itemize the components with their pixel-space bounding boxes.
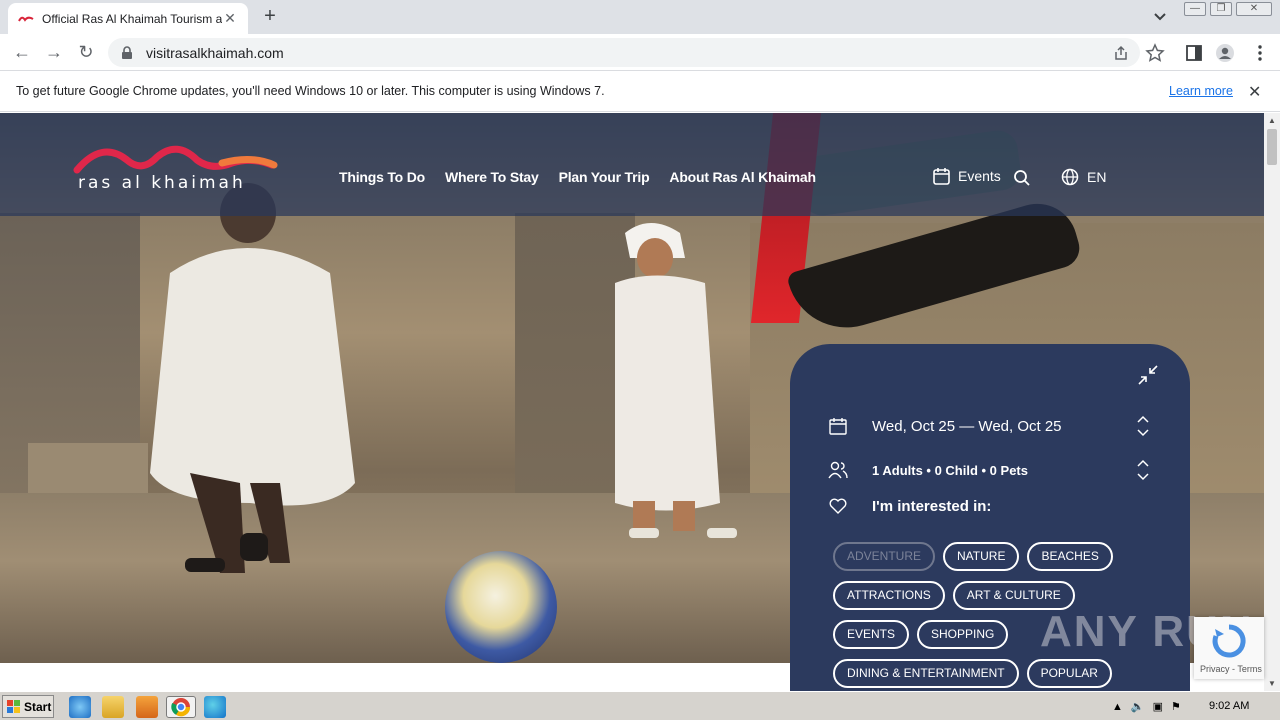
interests-label: I'm interested in: (872, 497, 992, 515)
nav-things-to-do[interactable]: Things To Do (339, 169, 425, 185)
date-stepper-icon[interactable] (1135, 414, 1151, 438)
side-panel-icon[interactable] (1184, 43, 1204, 63)
events-label: Events (958, 168, 1001, 184)
close-window-button[interactable]: ✕ (1236, 2, 1272, 16)
browser-tab[interactable]: Official Ras Al Khaimah Tourism and V ✕ (8, 3, 248, 34)
collapse-arrows-icon[interactable] (1137, 364, 1159, 386)
restore-button[interactable]: ❐ (1210, 2, 1232, 16)
recaptcha-terms[interactable]: Privacy - Terms (1200, 664, 1262, 674)
language-label: EN (1087, 169, 1107, 185)
edge-icon[interactable] (204, 696, 226, 718)
recaptcha-icon (1212, 624, 1246, 658)
chip-popular[interactable]: POPULAR (1026, 659, 1112, 688)
forward-icon[interactable]: → (42, 41, 66, 65)
browser-toolbar: ← → ↻ visitrasalkhaimah.com (0, 34, 1280, 71)
logo-text: ras al khaimah (78, 173, 246, 193)
boy-standing-figure (615, 223, 737, 538)
start-button[interactable]: Start (2, 695, 54, 718)
events-link[interactable]: Events (933, 167, 1001, 185)
volume-icon[interactable]: 🔈 (1131, 700, 1145, 713)
taskbar-clock[interactable]: 9:02 AM (1209, 700, 1249, 712)
nav-where-to-stay[interactable]: Where To Stay (445, 169, 539, 185)
page-scrollbar[interactable]: ▲ ▼ (1264, 113, 1280, 691)
tab-title: Official Ras Al Khaimah Tourism and V (42, 11, 222, 26)
address-bar[interactable]: visitrasalkhaimah.com (108, 38, 1140, 67)
update-infobar: To get future Google Chrome updates, you… (0, 71, 1280, 112)
flag-icon[interactable]: ⚑ (1171, 700, 1181, 713)
date-range-field[interactable]: Wed, Oct 25 — Wed, Oct 25 (828, 416, 1062, 436)
file-explorer-icon[interactable] (102, 696, 124, 718)
search-icon[interactable] (1013, 169, 1031, 187)
bookmark-star-icon[interactable] (1145, 43, 1165, 63)
chrome-icon (171, 698, 191, 717)
chip-dining-entertainment[interactable]: DINING & ENTERTAINMENT (833, 659, 1019, 688)
media-player-icon[interactable] (136, 696, 158, 718)
chip-art-culture[interactable]: ART & CULTURE (952, 581, 1075, 610)
infobar-message: To get future Google Chrome updates, you… (16, 84, 605, 98)
system-tray: ▲ 🔈 ▣ ⚑ (1104, 695, 1280, 718)
network-icon[interactable]: ▣ (1153, 700, 1163, 713)
interests-heading: I'm interested in: (828, 496, 991, 516)
infobar-close-icon[interactable]: ✕ (1248, 82, 1261, 102)
new-tab-button[interactable]: + (258, 5, 282, 29)
menu-dots-icon[interactable] (1250, 43, 1270, 63)
scrollbar-thumb[interactable] (1267, 129, 1277, 165)
guests-field[interactable]: 1 Adults • 0 Child • 0 Pets (828, 460, 1028, 480)
scroll-up-icon[interactable]: ▲ (1268, 116, 1276, 125)
people-icon (828, 461, 848, 479)
chip-adventure[interactable]: ADVENTURE (833, 542, 936, 571)
date-range-text: Wed, Oct 25 — Wed, Oct 25 (872, 417, 1062, 435)
internet-explorer-icon[interactable] (69, 696, 91, 718)
url-text: visitrasalkhaimah.com (146, 44, 284, 61)
tab-search-chevron-icon[interactable] (1150, 8, 1170, 26)
calendar-icon (829, 418, 847, 435)
nav-plan-your-trip[interactable]: Plan Your Trip (559, 169, 650, 185)
web-page: ras al khaimah Things To Do Where To Sta… (0, 113, 1264, 691)
site-header: ras al khaimah Things To Do Where To Sta… (0, 113, 1264, 216)
rak-favicon-icon (18, 16, 34, 22)
chip-beaches[interactable]: BEACHES (1027, 542, 1113, 571)
lock-icon (122, 45, 132, 59)
guests-text: 1 Adults • 0 Child • 0 Pets (872, 462, 1028, 478)
start-label: Start (24, 699, 52, 714)
man-kicking-figure (150, 183, 355, 573)
scroll-down-icon[interactable]: ▼ (1268, 679, 1276, 688)
heart-icon (829, 498, 847, 514)
football-ball (445, 551, 557, 663)
learn-more-link[interactable]: Learn more (1169, 84, 1233, 98)
ras-al-khaimah-logo-icon[interactable] (72, 135, 282, 205)
tray-expand-icon[interactable]: ▲ (1112, 701, 1123, 713)
globe-icon (1061, 168, 1079, 186)
tab-strip: Official Ras Al Khaimah Tourism and V ✕ … (0, 0, 1280, 34)
windows-taskbar: Start ▲ 🔈 ▣ ⚑ 9:02 AM (0, 691, 1280, 720)
chip-events[interactable]: EVENTS (833, 620, 910, 649)
guests-stepper-icon[interactable] (1135, 458, 1151, 482)
chip-nature[interactable]: NATURE (943, 542, 1020, 571)
recaptcha-badge[interactable]: Privacy - Terms (1194, 617, 1264, 679)
minimize-button[interactable]: — (1184, 2, 1206, 16)
reload-icon[interactable]: ↻ (74, 41, 98, 65)
nav-about[interactable]: About Ras Al Khaimah (669, 169, 816, 185)
windows-logo-icon (7, 699, 20, 713)
language-selector[interactable]: EN (1061, 168, 1106, 186)
tab-close-icon[interactable]: ✕ (222, 10, 238, 27)
profile-avatar-icon[interactable] (1215, 43, 1235, 63)
chrome-taskbar-button[interactable] (166, 696, 196, 718)
chip-shopping[interactable]: SHOPPING (917, 620, 1009, 649)
share-icon[interactable] (1112, 44, 1130, 62)
back-icon[interactable]: ← (10, 41, 34, 65)
chip-attractions[interactable]: ATTRACTIONS (833, 581, 945, 610)
calendar-icon (933, 168, 950, 185)
main-nav: Things To Do Where To Stay Plan Your Tri… (339, 169, 816, 185)
